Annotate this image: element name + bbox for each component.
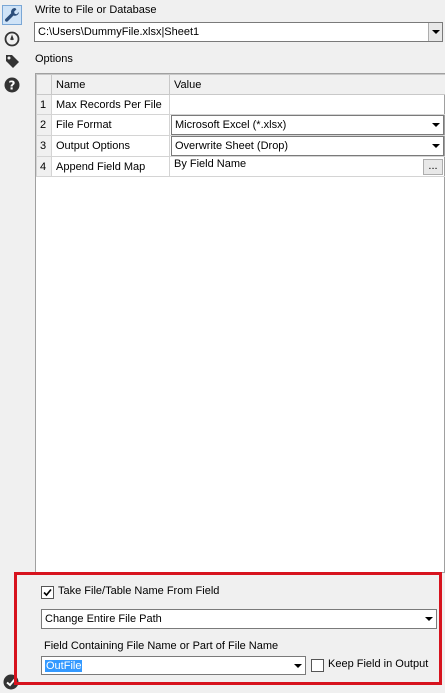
output-options-dropdown[interactable]: Overwrite Sheet (Drop)	[171, 136, 444, 156]
checkmark-icon	[43, 588, 52, 597]
file-name-field-dropdown[interactable]: OutFile	[41, 656, 306, 675]
options-grid: Name Value 1 Max Records Per File 2 File…	[35, 73, 445, 573]
row-number: 2	[37, 115, 52, 136]
svg-text:?: ?	[9, 79, 16, 93]
option-name: Append Field Map	[52, 157, 170, 177]
keep-field-checkbox[interactable]	[311, 659, 324, 672]
chevron-down-icon[interactable]	[291, 657, 305, 674]
file-format-cell: Microsoft Excel (*.xlsx)	[170, 115, 445, 136]
file-name-mode-dropdown[interactable]: Change Entire File Path	[41, 609, 437, 629]
chevron-down-icon[interactable]	[429, 123, 443, 127]
row-number-header	[37, 75, 52, 95]
tag-icon[interactable]	[2, 51, 22, 71]
table-row: 1 Max Records Per File	[37, 95, 445, 115]
field-containing-label: Field Containing File Name or Part of Fi…	[44, 640, 278, 652]
column-header-name: Name	[52, 75, 170, 95]
chevron-down-icon[interactable]	[428, 23, 442, 41]
option-name: File Format	[52, 115, 170, 136]
wrench-icon[interactable]	[2, 5, 22, 25]
table-row: 3 Output Options Overwrite Sheet (Drop)	[37, 136, 445, 157]
row-number: 4	[37, 157, 52, 177]
file-format-dropdown[interactable]: Microsoft Excel (*.xlsx)	[171, 115, 444, 135]
file-name-mode-value: Change Entire File Path	[45, 613, 422, 625]
take-from-field-label: Take File/Table Name From Field	[58, 585, 219, 597]
file-format-value: Microsoft Excel (*.xlsx)	[172, 119, 429, 131]
table-row: 2 File Format Microsoft Excel (*.xlsx)	[37, 115, 445, 136]
row-number: 3	[37, 136, 52, 157]
output-label: Write to File or Database	[35, 4, 156, 16]
file-name-field-value: OutFile	[45, 660, 82, 672]
chevron-down-icon[interactable]	[429, 144, 443, 148]
output-path-value: C:\Users\DummyFile.xlsx|Sheet1	[38, 26, 428, 38]
append-field-map-button[interactable]: ...	[423, 159, 443, 175]
grid-header: Name Value	[37, 75, 445, 95]
options-label: Options	[35, 53, 73, 65]
output-options-value: Overwrite Sheet (Drop)	[172, 140, 429, 152]
output-path-combo[interactable]: C:\Users\DummyFile.xlsx|Sheet1	[34, 22, 443, 42]
append-field-map-cell: ... By Field Name	[170, 157, 445, 177]
row-number: 1	[37, 95, 52, 115]
column-header-value: Value	[170, 75, 445, 95]
help-icon[interactable]: ?	[2, 75, 22, 95]
take-from-field-checkbox[interactable]	[41, 586, 54, 599]
max-records-input[interactable]	[170, 95, 445, 115]
option-name: Max Records Per File	[52, 95, 170, 115]
table-row: 4 Append Field Map ... By Field Name	[37, 157, 445, 177]
option-name: Output Options	[52, 136, 170, 157]
keep-field-label: Keep Field in Output	[328, 658, 428, 670]
output-options-cell: Overwrite Sheet (Drop)	[170, 136, 445, 157]
navigate-icon[interactable]	[2, 29, 22, 49]
append-field-map-value: By Field Name	[174, 158, 246, 170]
chevron-down-icon[interactable]	[422, 610, 436, 628]
